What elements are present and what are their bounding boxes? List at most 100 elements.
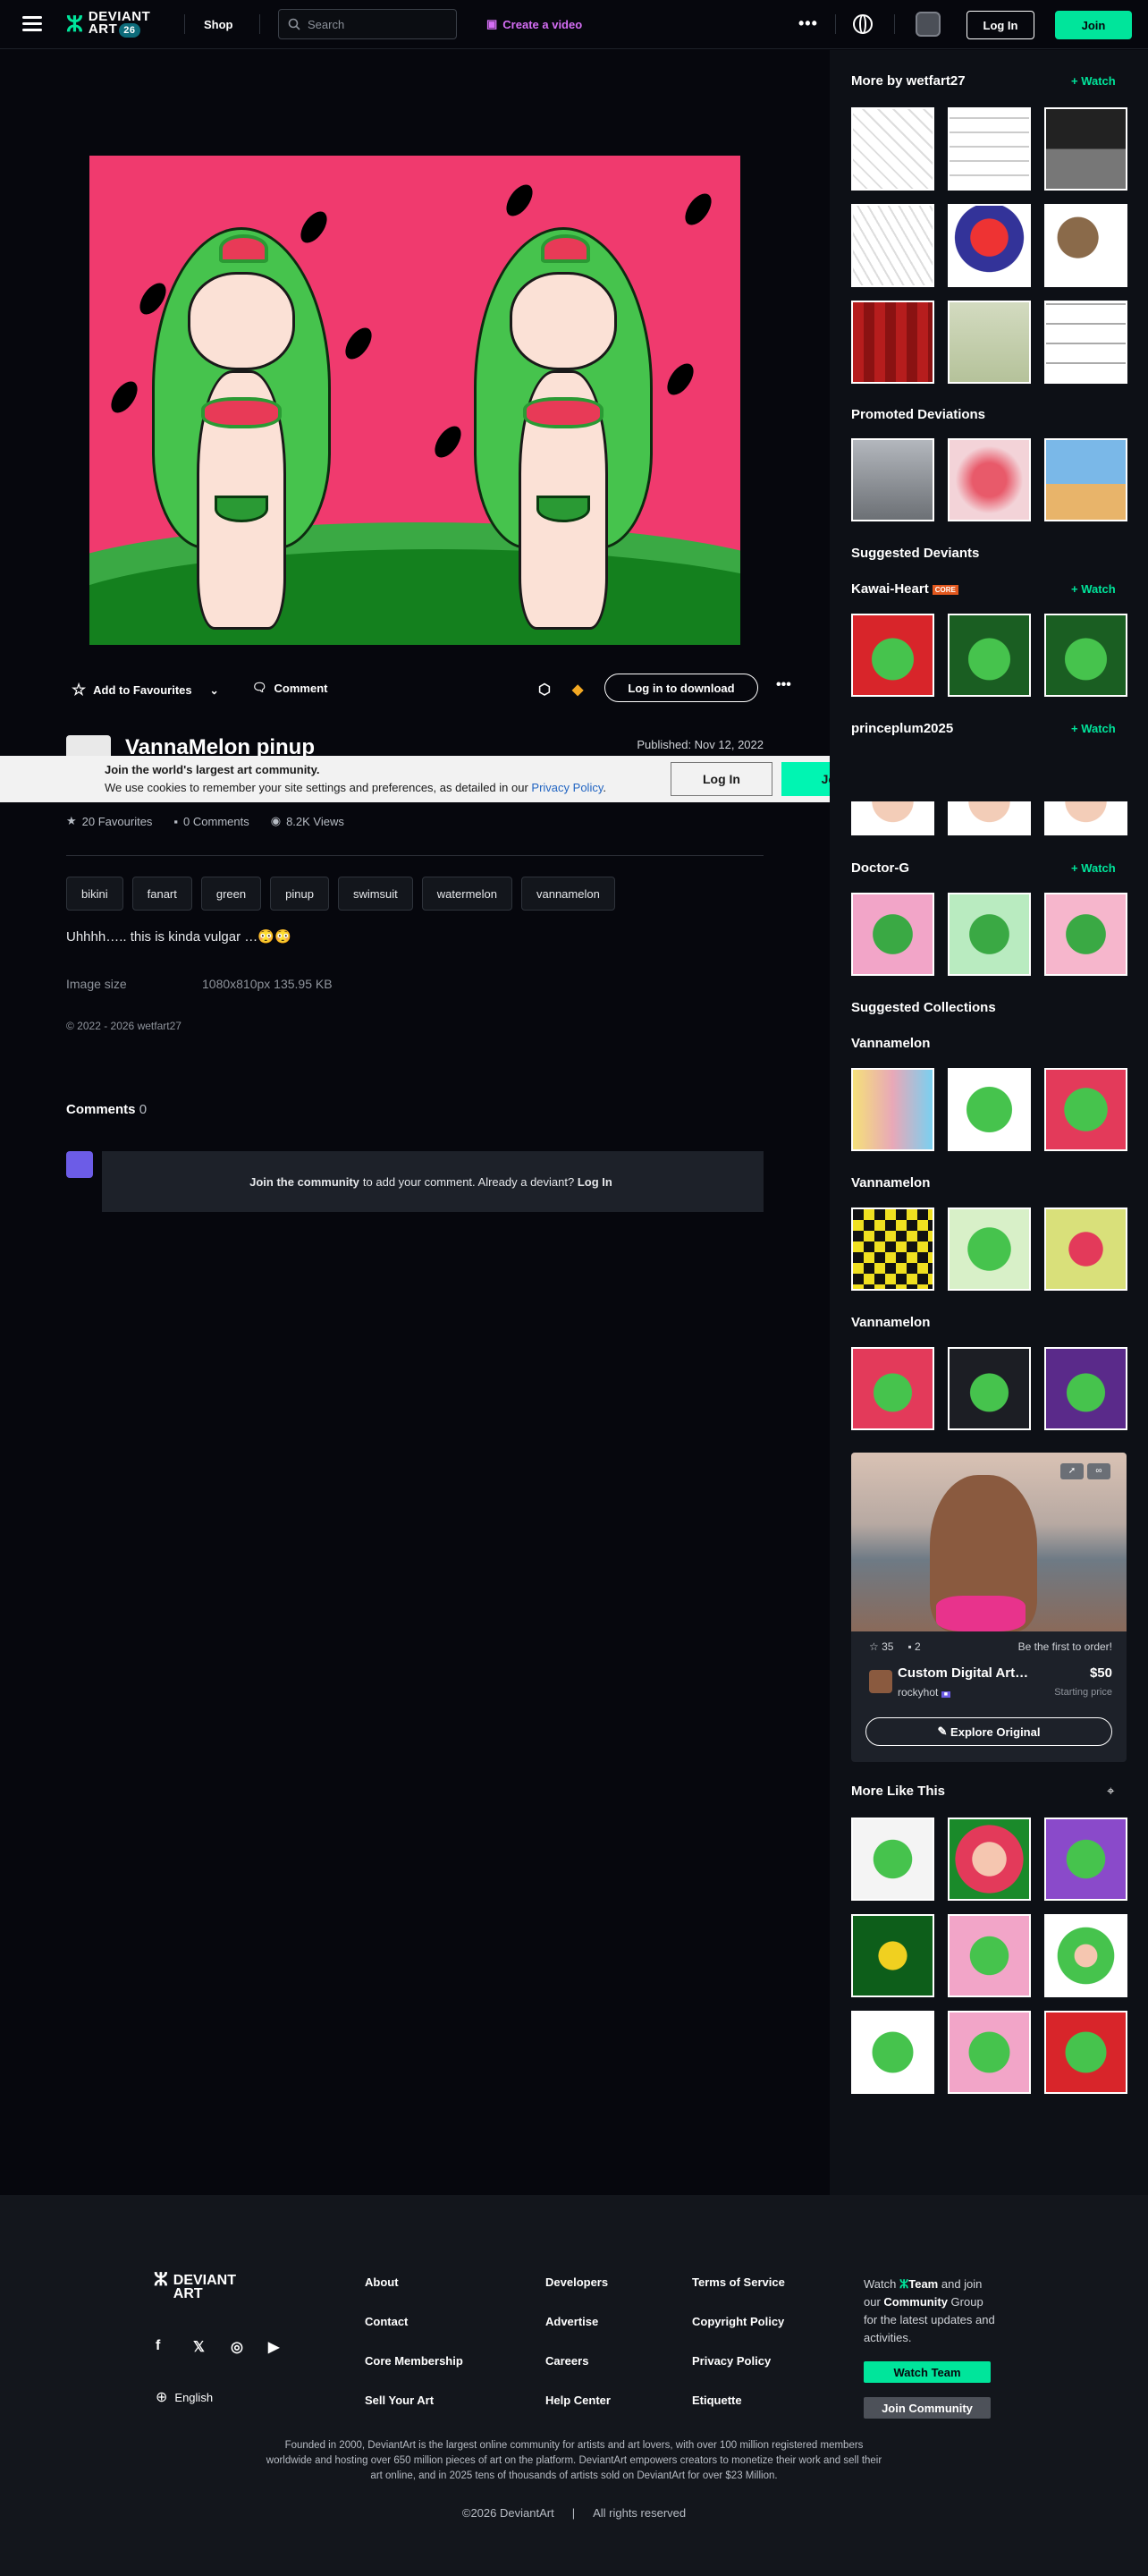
tag[interactable]: swimsuit (337, 877, 413, 911)
watch-button[interactable]: + Watch (1071, 74, 1116, 88)
tag[interactable]: fanart (131, 877, 192, 911)
thumbnail[interactable] (948, 1208, 1031, 1291)
tag[interactable]: vannamelon (520, 877, 615, 911)
thumbnail[interactable] (1044, 1914, 1127, 1997)
commission-title[interactable]: Custom Digital Art… (898, 1665, 1028, 1681)
thumbnail[interactable] (948, 1068, 1031, 1151)
footer-link[interactable]: About (365, 2275, 399, 2289)
thumbnail[interactable] (851, 2011, 934, 2094)
comment-login-link[interactable]: Log In (578, 1175, 612, 1189)
footer-link[interactable]: Copyright Policy (692, 2315, 784, 2328)
thumbnail[interactable] (948, 1347, 1031, 1430)
thumbnail[interactable] (851, 801, 934, 835)
footer-link[interactable]: Help Center (545, 2394, 611, 2407)
create-video-button[interactable]: ▣ Create a video (486, 17, 582, 31)
watch-button[interactable]: + Watch (1071, 861, 1116, 875)
deviant-name[interactable]: Doctor-G (851, 860, 909, 876)
footer-link[interactable]: Advertise (545, 2315, 598, 2328)
thumbnail[interactable] (1044, 1068, 1127, 1151)
tip-icon[interactable]: ◆ (572, 681, 583, 699)
thumbnail[interactable] (1044, 204, 1127, 287)
shop-link[interactable]: Shop (204, 18, 233, 31)
instagram-icon[interactable]: ◎ (231, 2338, 243, 2356)
visual-search-icon[interactable]: ⌖ (1107, 1784, 1114, 1799)
footer-link[interactable]: Terms of Service (692, 2275, 785, 2289)
watch-team-button[interactable]: Watch Team (864, 2361, 991, 2383)
comment-button[interactable]: 🗨 Comment (252, 681, 327, 695)
guest-avatar-icon[interactable] (916, 12, 941, 37)
thumbnail[interactable] (851, 438, 934, 521)
thumbnail[interactable] (948, 2011, 1031, 2094)
artwork-image[interactable] (89, 156, 740, 645)
thumbnail[interactable] (948, 204, 1031, 287)
thumbnail[interactable] (851, 893, 934, 976)
thumbnail[interactable] (1044, 1208, 1127, 1291)
seller-name[interactable]: rockyhot ■ (898, 1686, 950, 1699)
thumbnail[interactable] (1044, 107, 1127, 191)
thumbnail[interactable] (1044, 1347, 1127, 1430)
join-community-link[interactable]: Join the community (249, 1175, 359, 1189)
thumbnail[interactable] (851, 107, 934, 191)
thumbnail[interactable] (851, 1914, 934, 1997)
watch-button[interactable]: + Watch (1071, 722, 1116, 735)
thumbnail[interactable] (948, 893, 1031, 976)
search-box[interactable] (278, 9, 457, 39)
thumbnail[interactable] (851, 1068, 934, 1151)
cookie-login-button[interactable]: Log In (671, 762, 772, 796)
collection-name[interactable]: Vannamelon (851, 1036, 930, 1051)
menu-icon[interactable] (22, 16, 42, 32)
x-twitter-icon[interactable]: 𝕏 (193, 2338, 205, 2356)
thumbnail[interactable] (948, 1914, 1031, 1997)
thumbnail[interactable] (948, 107, 1031, 191)
thumbnail[interactable] (1044, 1818, 1127, 1901)
thumbnail[interactable] (851, 1208, 934, 1291)
thumbnail[interactable] (948, 1818, 1031, 1901)
thumbnail[interactable] (851, 614, 934, 697)
thumbnail[interactable] (948, 438, 1031, 521)
youtube-icon[interactable]: ▶ (268, 2338, 279, 2356)
thumbnail[interactable] (1044, 2011, 1127, 2094)
footer-link[interactable]: Etiquette (692, 2394, 742, 2407)
more-by-heading[interactable]: More by wetfart27 (851, 73, 966, 89)
deviant-name[interactable]: princeplum2025 (851, 721, 953, 736)
privacy-policy-link[interactable]: Privacy Policy (531, 781, 603, 794)
thumbnail[interactable] (851, 204, 934, 287)
thumbnail[interactable] (851, 301, 934, 384)
commission-card[interactable]: ➚ ∞ ☆ 35 ▪ 2 Be the first to order! Cust… (851, 1453, 1127, 1762)
footer-link[interactable]: Contact (365, 2315, 408, 2328)
facebook-icon[interactable]: f (156, 2338, 160, 2354)
thumbnail[interactable] (948, 614, 1031, 697)
add-to-favourites-button[interactable]: ☆ Add to Favourites ⌄ (72, 681, 219, 699)
thumbnail[interactable] (1044, 438, 1127, 521)
tag[interactable]: bikini (66, 877, 123, 911)
footer-link[interactable]: Developers (545, 2275, 608, 2289)
explore-original-button[interactable]: ✎ Explore Original (865, 1717, 1112, 1746)
badge-icon[interactable]: ⬡ (538, 681, 551, 699)
join-community-button[interactable]: Join Community (864, 2397, 991, 2419)
more-options-icon[interactable]: ••• (776, 677, 791, 693)
tag[interactable]: watermelon (421, 877, 512, 911)
footer-link[interactable]: Privacy Policy (692, 2354, 771, 2368)
watch-button[interactable]: + Watch (1071, 582, 1116, 596)
seller-avatar[interactable] (869, 1670, 892, 1693)
more-options-icon[interactable]: ••• (798, 14, 818, 33)
thumbnail[interactable] (1044, 893, 1127, 976)
footer-link[interactable]: Core Membership (365, 2354, 463, 2368)
thumbnail[interactable] (948, 301, 1031, 384)
thumbnail[interactable] (851, 1347, 934, 1430)
thumbnail[interactable] (1044, 614, 1127, 697)
search-input[interactable] (308, 17, 442, 31)
login-button[interactable]: Log In (967, 11, 1034, 39)
thumbnail[interactable] (851, 1818, 934, 1901)
collection-name[interactable]: Vannamelon (851, 1315, 930, 1330)
chevron-down-icon[interactable]: ⌄ (210, 684, 219, 697)
thumbnail[interactable] (1044, 801, 1127, 835)
tag[interactable]: green (200, 877, 262, 911)
deviantart-logo[interactable]: ⵣ DEVIANT ART 26 (66, 10, 150, 38)
thumbnail[interactable] (1044, 301, 1127, 384)
footer-link[interactable]: Careers (545, 2354, 588, 2368)
collection-name[interactable]: Vannamelon (851, 1175, 930, 1191)
language-globe-icon[interactable] (853, 14, 873, 34)
log-in-to-download-button[interactable]: Log in to download (604, 674, 758, 702)
join-button[interactable]: Join (1055, 11, 1132, 39)
